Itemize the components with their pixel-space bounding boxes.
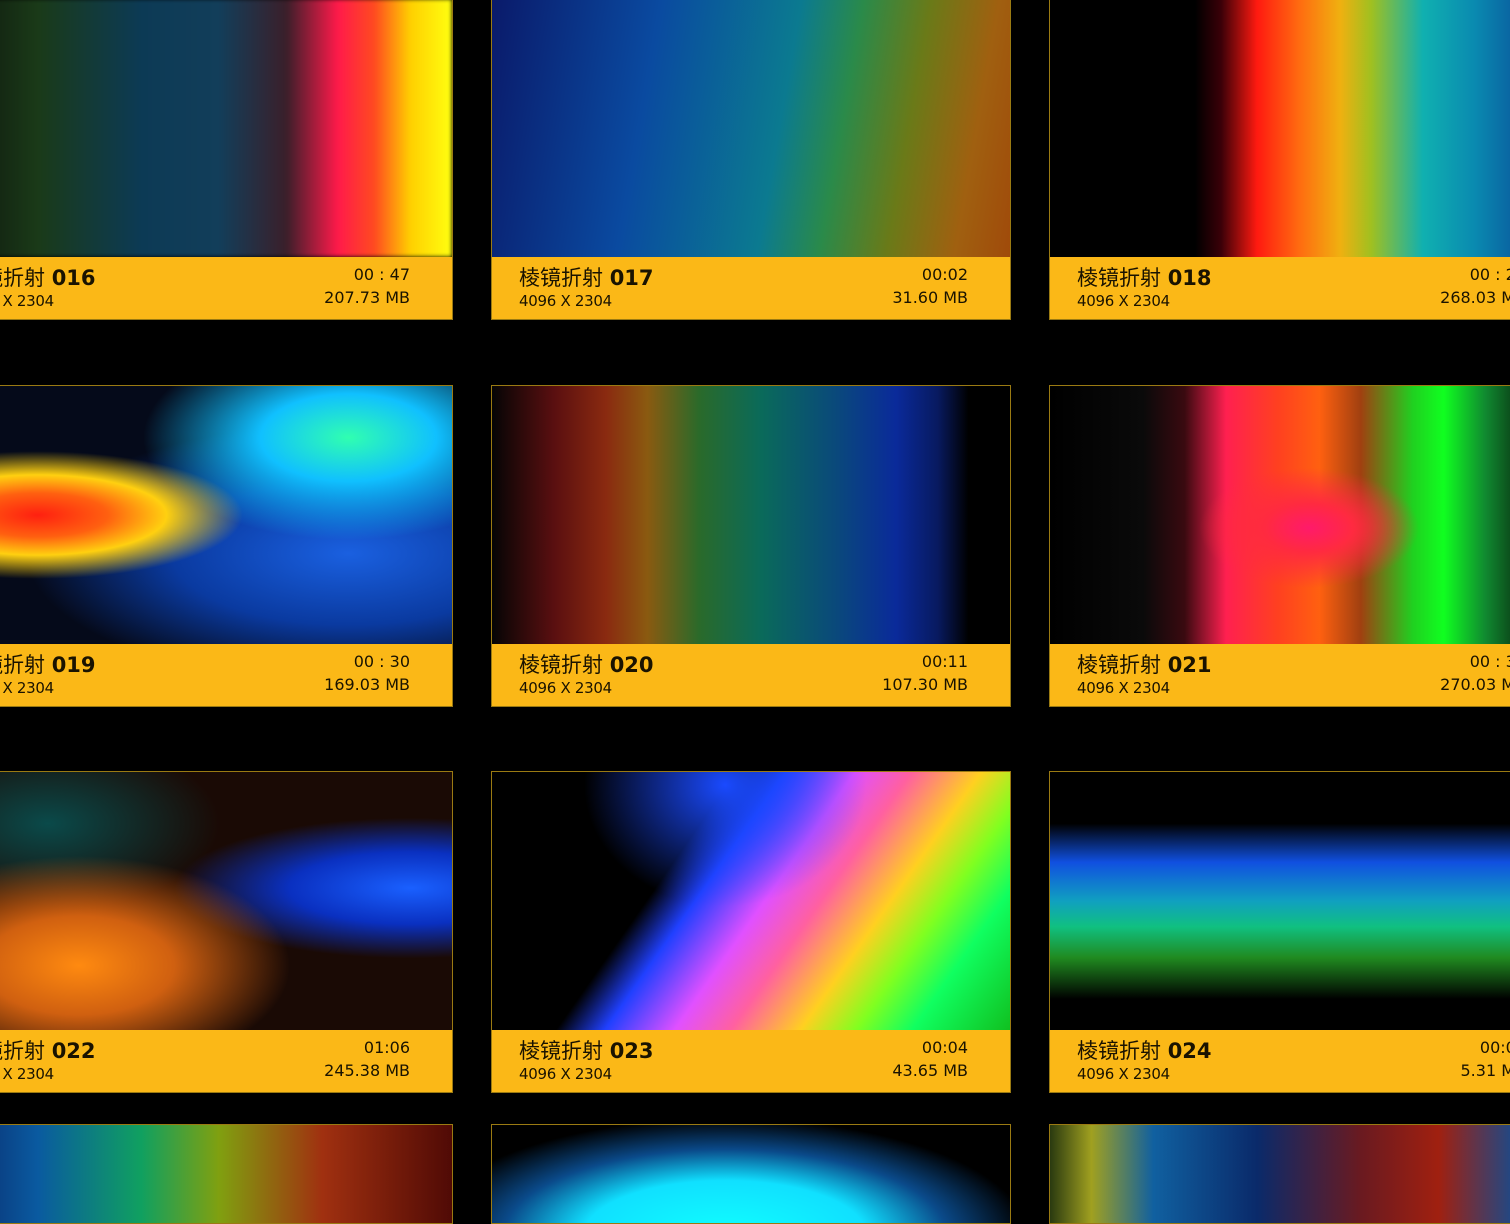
video-resolution: 4096 X 2304 [0, 292, 54, 310]
video-card-021[interactable]: 棱镜折射 021 4096 X 2304 00 : 30 270.03 MB [1049, 385, 1510, 707]
video-duration: 00 : 47 [354, 265, 410, 285]
video-info-bar: 棱镜折射 019 4096 X 2304 00 : 30 169.03 MB [0, 644, 452, 707]
video-info-bar: 棱镜折射 018 4096 X 2304 00 : 27 268.03 MB [1050, 257, 1510, 320]
video-thumbnail [492, 0, 1010, 257]
video-duration: 00 : 27 [1470, 265, 1510, 285]
video-duration: 00 : 30 [1470, 652, 1510, 672]
video-info-bar: 棱镜折射 016 4096 X 2304 00 : 47 207.73 MB [0, 257, 452, 320]
video-duration: 00:01 [1480, 1038, 1510, 1058]
video-file-size: 107.30 MB [882, 675, 968, 695]
video-card-partial[interactable] [491, 1124, 1011, 1224]
video-resolution: 4096 X 2304 [0, 679, 54, 697]
video-file-size: 268.03 MB [1440, 288, 1510, 308]
video-card-024[interactable]: 棱镜折射 024 4096 X 2304 00:01 5.31 MB [1049, 771, 1510, 1093]
video-file-size: 5.31 MB [1461, 1061, 1510, 1081]
video-card-partial[interactable] [0, 1124, 453, 1224]
video-title: 棱镜折射 019 [0, 652, 96, 678]
video-thumbnail [0, 772, 452, 1030]
video-file-size: 270.03 MB [1440, 675, 1510, 695]
video-title: 棱镜折射 018 [1077, 265, 1212, 291]
video-file-size: 245.38 MB [324, 1061, 410, 1081]
video-resolution: 4096 X 2304 [1077, 1065, 1170, 1083]
video-duration: 01:06 [364, 1038, 410, 1058]
video-info-bar: 棱镜折射 017 4096 X 2304 00:02 31.60 MB [492, 257, 1010, 320]
video-duration: 00:04 [922, 1038, 968, 1058]
video-resolution: 4096 X 2304 [1077, 292, 1170, 310]
video-card-023[interactable]: 棱镜折射 023 4096 X 2304 00:04 43.65 MB [491, 771, 1011, 1093]
video-info-bar: 棱镜折射 022 4096 X 2304 01:06 245.38 MB [0, 1030, 452, 1093]
video-thumbnail [492, 772, 1010, 1030]
video-info-bar: 棱镜折射 020 4096 X 2304 00:11 107.30 MB [492, 644, 1010, 707]
video-info-bar: 棱镜折射 021 4096 X 2304 00 : 30 270.03 MB [1050, 644, 1510, 707]
video-resolution: 4096 X 2304 [519, 292, 612, 310]
video-card-020[interactable]: 棱镜折射 020 4096 X 2304 00:11 107.30 MB [491, 385, 1011, 707]
video-file-size: 43.65 MB [892, 1061, 968, 1081]
video-file-size: 31.60 MB [892, 288, 968, 308]
video-card-022[interactable]: 棱镜折射 022 4096 X 2304 01:06 245.38 MB [0, 771, 453, 1093]
video-title: 棱镜折射 023 [519, 1038, 654, 1064]
video-title: 棱镜折射 024 [1077, 1038, 1212, 1064]
video-info-bar: 棱镜折射 023 4096 X 2304 00:04 43.65 MB [492, 1030, 1010, 1093]
video-title: 棱镜折射 021 [1077, 652, 1212, 678]
video-title: 棱镜折射 020 [519, 652, 654, 678]
video-file-size: 169.03 MB [324, 675, 410, 695]
video-file-size: 207.73 MB [324, 288, 410, 308]
video-info-bar: 棱镜折射 024 4096 X 2304 00:01 5.31 MB [1050, 1030, 1510, 1093]
video-duration: 00 : 30 [354, 652, 410, 672]
video-card-017[interactable]: 棱镜折射 017 4096 X 2304 00:02 31.60 MB [491, 0, 1011, 320]
video-card-019[interactable]: 棱镜折射 019 4096 X 2304 00 : 30 169.03 MB [0, 385, 453, 707]
video-card-partial[interactable] [1049, 1124, 1510, 1224]
video-title: 棱镜折射 017 [519, 265, 654, 291]
video-thumbnail [1050, 772, 1510, 1030]
video-resolution: 4096 X 2304 [519, 1065, 612, 1083]
video-thumbnail [1050, 0, 1510, 257]
video-resolution: 4096 X 2304 [0, 1065, 54, 1083]
video-title: 棱镜折射 022 [0, 1038, 96, 1064]
video-resolution: 4096 X 2304 [519, 679, 612, 697]
video-thumbnail [492, 386, 1010, 644]
video-duration: 00:11 [922, 652, 968, 672]
video-thumbnail [0, 0, 452, 257]
video-duration: 00:02 [922, 265, 968, 285]
video-card-016[interactable]: 棱镜折射 016 4096 X 2304 00 : 47 207.73 MB [0, 0, 453, 320]
video-resolution: 4096 X 2304 [1077, 679, 1170, 697]
video-thumbnail [0, 386, 452, 644]
video-thumbnail [1050, 386, 1510, 644]
video-thumbnail [0, 1125, 452, 1224]
video-thumbnail [492, 1125, 1010, 1224]
video-thumbnail [1050, 1125, 1510, 1224]
video-title: 棱镜折射 016 [0, 265, 96, 291]
video-card-018[interactable]: 棱镜折射 018 4096 X 2304 00 : 27 268.03 MB [1049, 0, 1510, 320]
